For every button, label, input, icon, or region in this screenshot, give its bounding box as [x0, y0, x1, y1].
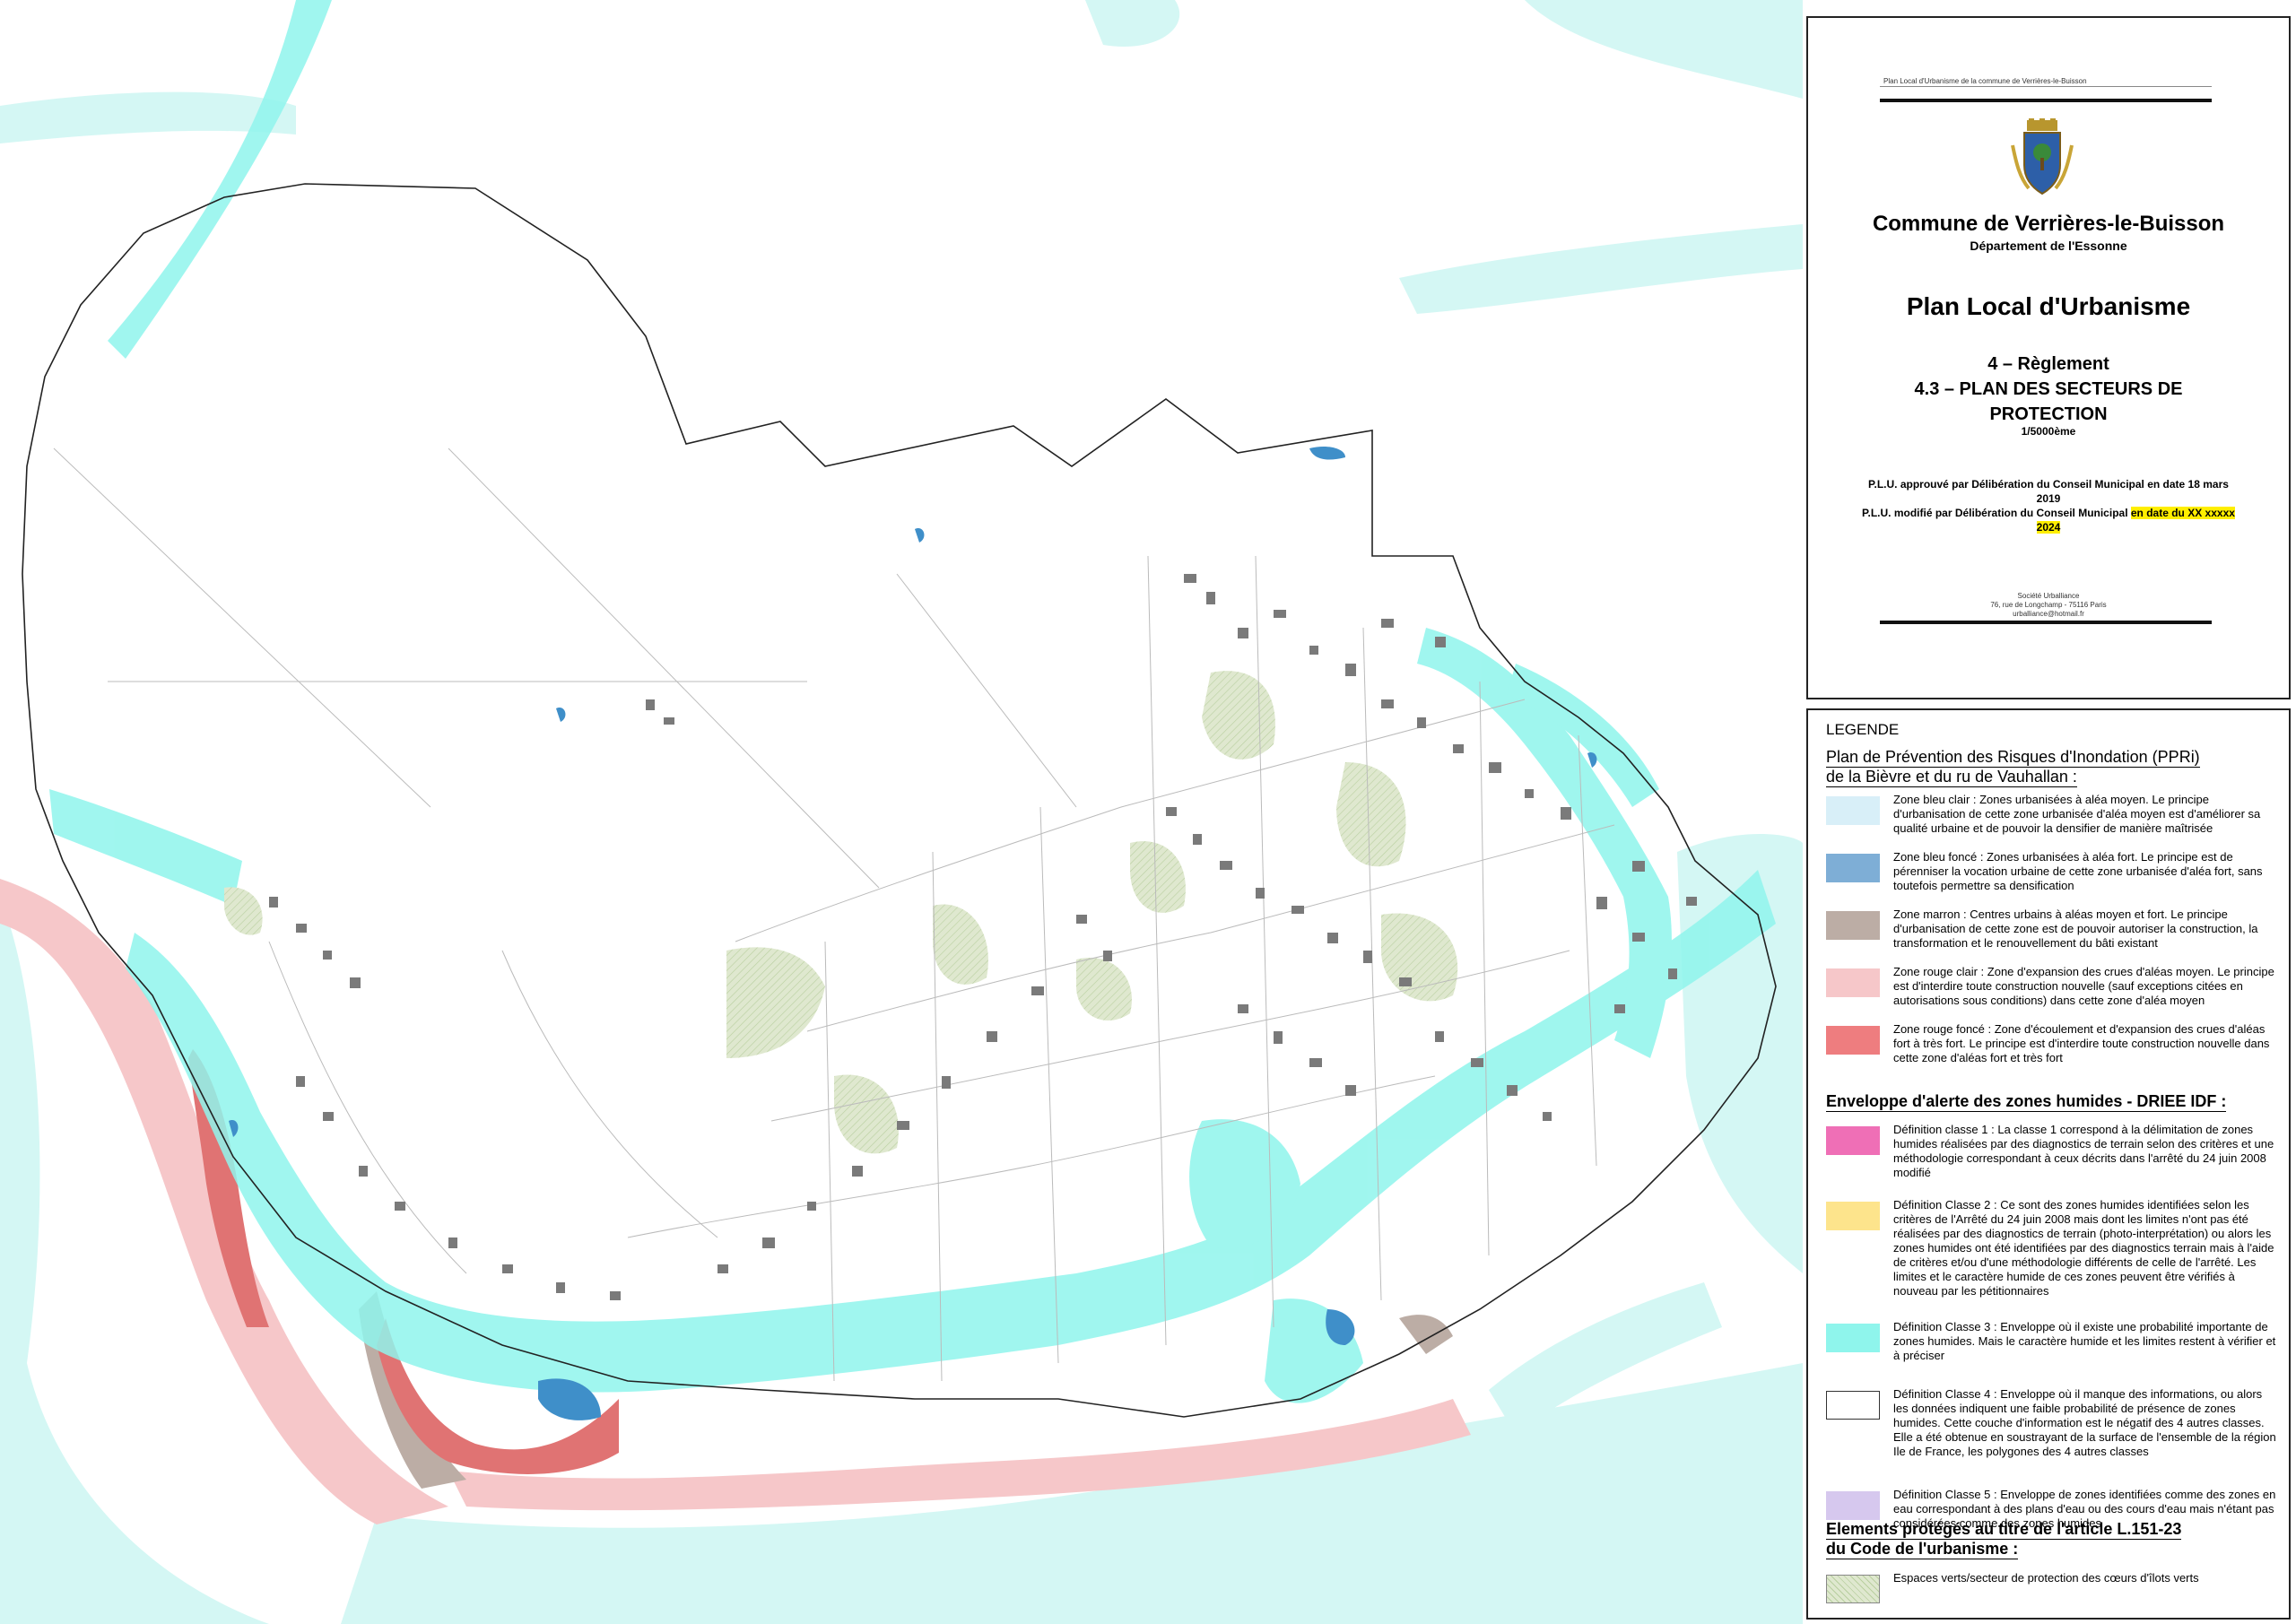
- map-svg: [0, 0, 1803, 1624]
- legend-item-text: Définition classe 1 : La classe 1 corres…: [1893, 1123, 2274, 1179]
- firm-name: Société Urballiance: [2017, 592, 2080, 600]
- firm-block: Société Urballiance 76, rue de Longchamp…: [1808, 592, 2289, 619]
- header-divider: [1880, 86, 2212, 87]
- driee-section-title: Enveloppe d'alerte des zones humides - D…: [1826, 1092, 2227, 1112]
- legend-swatch: [1826, 1126, 1880, 1155]
- legend-item-text: Zone bleu clair : Zones urbanisées à alé…: [1893, 793, 2261, 835]
- title-block: Plan Local d'Urbanisme de la commune de …: [1806, 16, 2291, 699]
- legend-item-text: Définition Classe 4 : Enveloppe où il ma…: [1893, 1387, 2276, 1458]
- document-section: 4 – Règlement 4.3 – PLAN DES SECTEURS DE…: [1808, 352, 2289, 427]
- legend-swatch: [1826, 854, 1880, 882]
- legend-item-text: Zone marron : Centres urbains à aléas mo…: [1893, 908, 2258, 950]
- approval-line-1: P.L.U. approuvé par Délibération du Cons…: [1868, 478, 2229, 505]
- map-canvas[interactable]: [0, 0, 1803, 1624]
- green-spaces: [224, 671, 1458, 1154]
- firm-email: urballiance@hotmail.fr: [2013, 610, 2084, 618]
- legend-swatch: [1826, 1491, 1880, 1520]
- legend-swatch: [1826, 1391, 1880, 1420]
- subsection-line-2: PROTECTION: [1989, 404, 2108, 424]
- map-legend: LEGENDE Plan de Prévention des Risques d…: [1806, 708, 2291, 1620]
- legend-title: LEGENDE: [1826, 721, 1900, 738]
- legend-item-text: Définition Classe 3 : Enveloppe où il ex…: [1893, 1320, 2276, 1362]
- commune-name: Commune de Verrières-le-Buisson: [1872, 212, 2225, 236]
- legend-item-text: Définition Classe 2 : Ce sont des zones …: [1893, 1198, 2274, 1298]
- ppri-section-title: Plan de Prévention des Risques d'Inondat…: [1826, 748, 2200, 787]
- document-title: Plan Local d'Urbanisme: [1906, 292, 2191, 320]
- elements-section-title: Elements protégés au titre de l'article …: [1826, 1520, 2182, 1559]
- legend-swatch: [1826, 968, 1880, 997]
- approval-line-2: P.L.U. modifié par Délibération du Conse…: [1862, 507, 2128, 519]
- legend-swatch: [1826, 911, 1880, 940]
- department-name: Département de l'Essonne: [1970, 239, 2127, 253]
- subsection-line-1: 4.3 – PLAN DES SECTEURS DE: [1914, 379, 2183, 399]
- legend-item-text: Zone bleu foncé : Zones urbanisées à alé…: [1893, 850, 2263, 892]
- legend-swatch: [1826, 1026, 1880, 1055]
- scale-label: 1/5000ème: [2021, 425, 2076, 438]
- coat-of-arms-icon: [2011, 118, 2074, 195]
- legend-item-text: Espaces verts/secteur de protection des …: [1893, 1571, 2199, 1585]
- header-caption: Plan Local d'Urbanisme de la commune de …: [1883, 77, 2087, 85]
- firm-address: 76, rue de Longchamp - 75116 Paris: [1990, 601, 2107, 609]
- legend-item-text: Zone rouge clair : Zone d'expansion des …: [1893, 965, 2274, 1007]
- legend-item-text: Zone rouge foncé : Zone d'écoulement et …: [1893, 1022, 2270, 1064]
- legend-swatch: [1826, 796, 1880, 825]
- approval-block: P.L.U. approuvé par Délibération du Cons…: [1808, 477, 2289, 534]
- top-rule: [1880, 99, 2212, 102]
- bottom-rule: [1880, 621, 2212, 624]
- legend-swatch: [1826, 1575, 1880, 1603]
- legend-swatch: [1826, 1202, 1880, 1230]
- legend-swatch: [1826, 1324, 1880, 1352]
- section-label: 4 – Règlement: [1987, 354, 2109, 374]
